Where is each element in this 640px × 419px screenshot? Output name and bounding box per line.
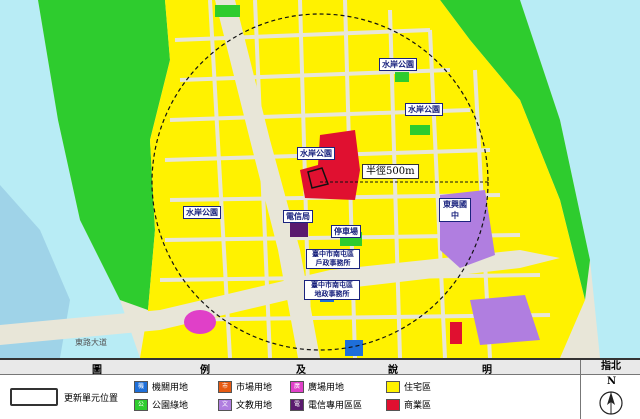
swatch-market: 市	[218, 380, 232, 393]
legend-label-commercial: 商業區	[404, 401, 432, 411]
legend-label-government: 機關用地	[152, 383, 189, 393]
legend-label-market: 市場用地	[236, 383, 273, 393]
label-water-park-2: 水岸公園	[379, 58, 417, 71]
zoning-map[interactable]: 半徑500m 水岸公園 水岸公園 水岸公園 水岸公園 電信局 東興國中 停車場 …	[0, 0, 640, 358]
label-water-park-4: 水岸公園	[183, 206, 221, 219]
legend-item-commercial: 商業區	[386, 398, 431, 411]
swatch-residential	[386, 380, 400, 393]
legend-item-government: 機 機關用地	[134, 380, 188, 393]
legend-label-residential: 住宅區	[404, 383, 432, 393]
legend-item-residential: 住宅區	[386, 380, 431, 393]
legend-label-education: 文教用地	[236, 401, 273, 411]
north-arrow: N	[580, 375, 640, 419]
label-market: 停車場	[331, 225, 361, 238]
legend-header-char-3: 及	[296, 365, 306, 376]
swatch-education: 文	[218, 398, 232, 411]
legend-header-char-2: 例	[200, 365, 210, 376]
legend-item-park: 公 公園綠地	[134, 398, 188, 411]
small-park-2	[215, 5, 240, 17]
road-label-bottom: 東路大道	[75, 338, 107, 347]
legend-header-char-4: 說	[388, 365, 398, 376]
swatch-commercial	[386, 398, 400, 411]
legend-item-plaza: 廣 廣場用地	[290, 380, 344, 393]
renewal-swatch	[10, 388, 58, 406]
legend-item-education: 文 文教用地	[218, 398, 272, 411]
label-school: 東興國中	[439, 198, 471, 222]
legend-label-telecom: 電信專用區區	[308, 401, 363, 411]
legend-header: 圖 例 及 說 明	[0, 360, 580, 376]
small-park-3	[395, 72, 409, 82]
legend-renewal: 更新單元位置	[10, 388, 118, 406]
legend-item-telecom: 電 電信專用區區	[290, 398, 362, 411]
legend-header-char-1: 圖	[92, 365, 102, 376]
label-office-2: 臺中市南屯區 地政事務所	[304, 280, 360, 300]
swatch-government: 機	[134, 380, 148, 393]
label-office-1: 臺中市南屯區 戶政事務所	[306, 249, 360, 269]
label-water-park-1: 水岸公園	[297, 147, 335, 160]
gov-block-3	[345, 340, 363, 356]
compass-title: 指北	[580, 360, 640, 375]
swatch-telecom: 電	[290, 398, 304, 411]
legend-label-plaza: 廣場用地	[308, 383, 345, 393]
swatch-park: 公	[134, 398, 148, 411]
small-park-4	[410, 125, 430, 135]
plaza	[184, 310, 216, 334]
north-letter: N	[607, 376, 617, 387]
legend-renewal-label: 更新單元位置	[64, 393, 119, 404]
swatch-plaza: 廣	[290, 380, 304, 393]
page: 半徑500m 水岸公園 水岸公園 水岸公園 水岸公園 電信局 東興國中 停車場 …	[0, 0, 640, 419]
legend: 圖 例 及 說 明 指北 更新單元位置 機 機關用地 公 公園綠地 市 市場用地…	[0, 358, 640, 419]
legend-item-market: 市 市場用地	[218, 380, 272, 393]
commercial-small	[450, 322, 462, 344]
radius-label: 半徑500m	[362, 164, 419, 179]
label-telecom: 電信局	[283, 210, 313, 223]
label-water-park-3: 水岸公園	[405, 103, 443, 116]
legend-header-char-5: 明	[482, 365, 492, 376]
map-drawing	[0, 0, 640, 358]
legend-label-park: 公園綠地	[152, 401, 189, 411]
